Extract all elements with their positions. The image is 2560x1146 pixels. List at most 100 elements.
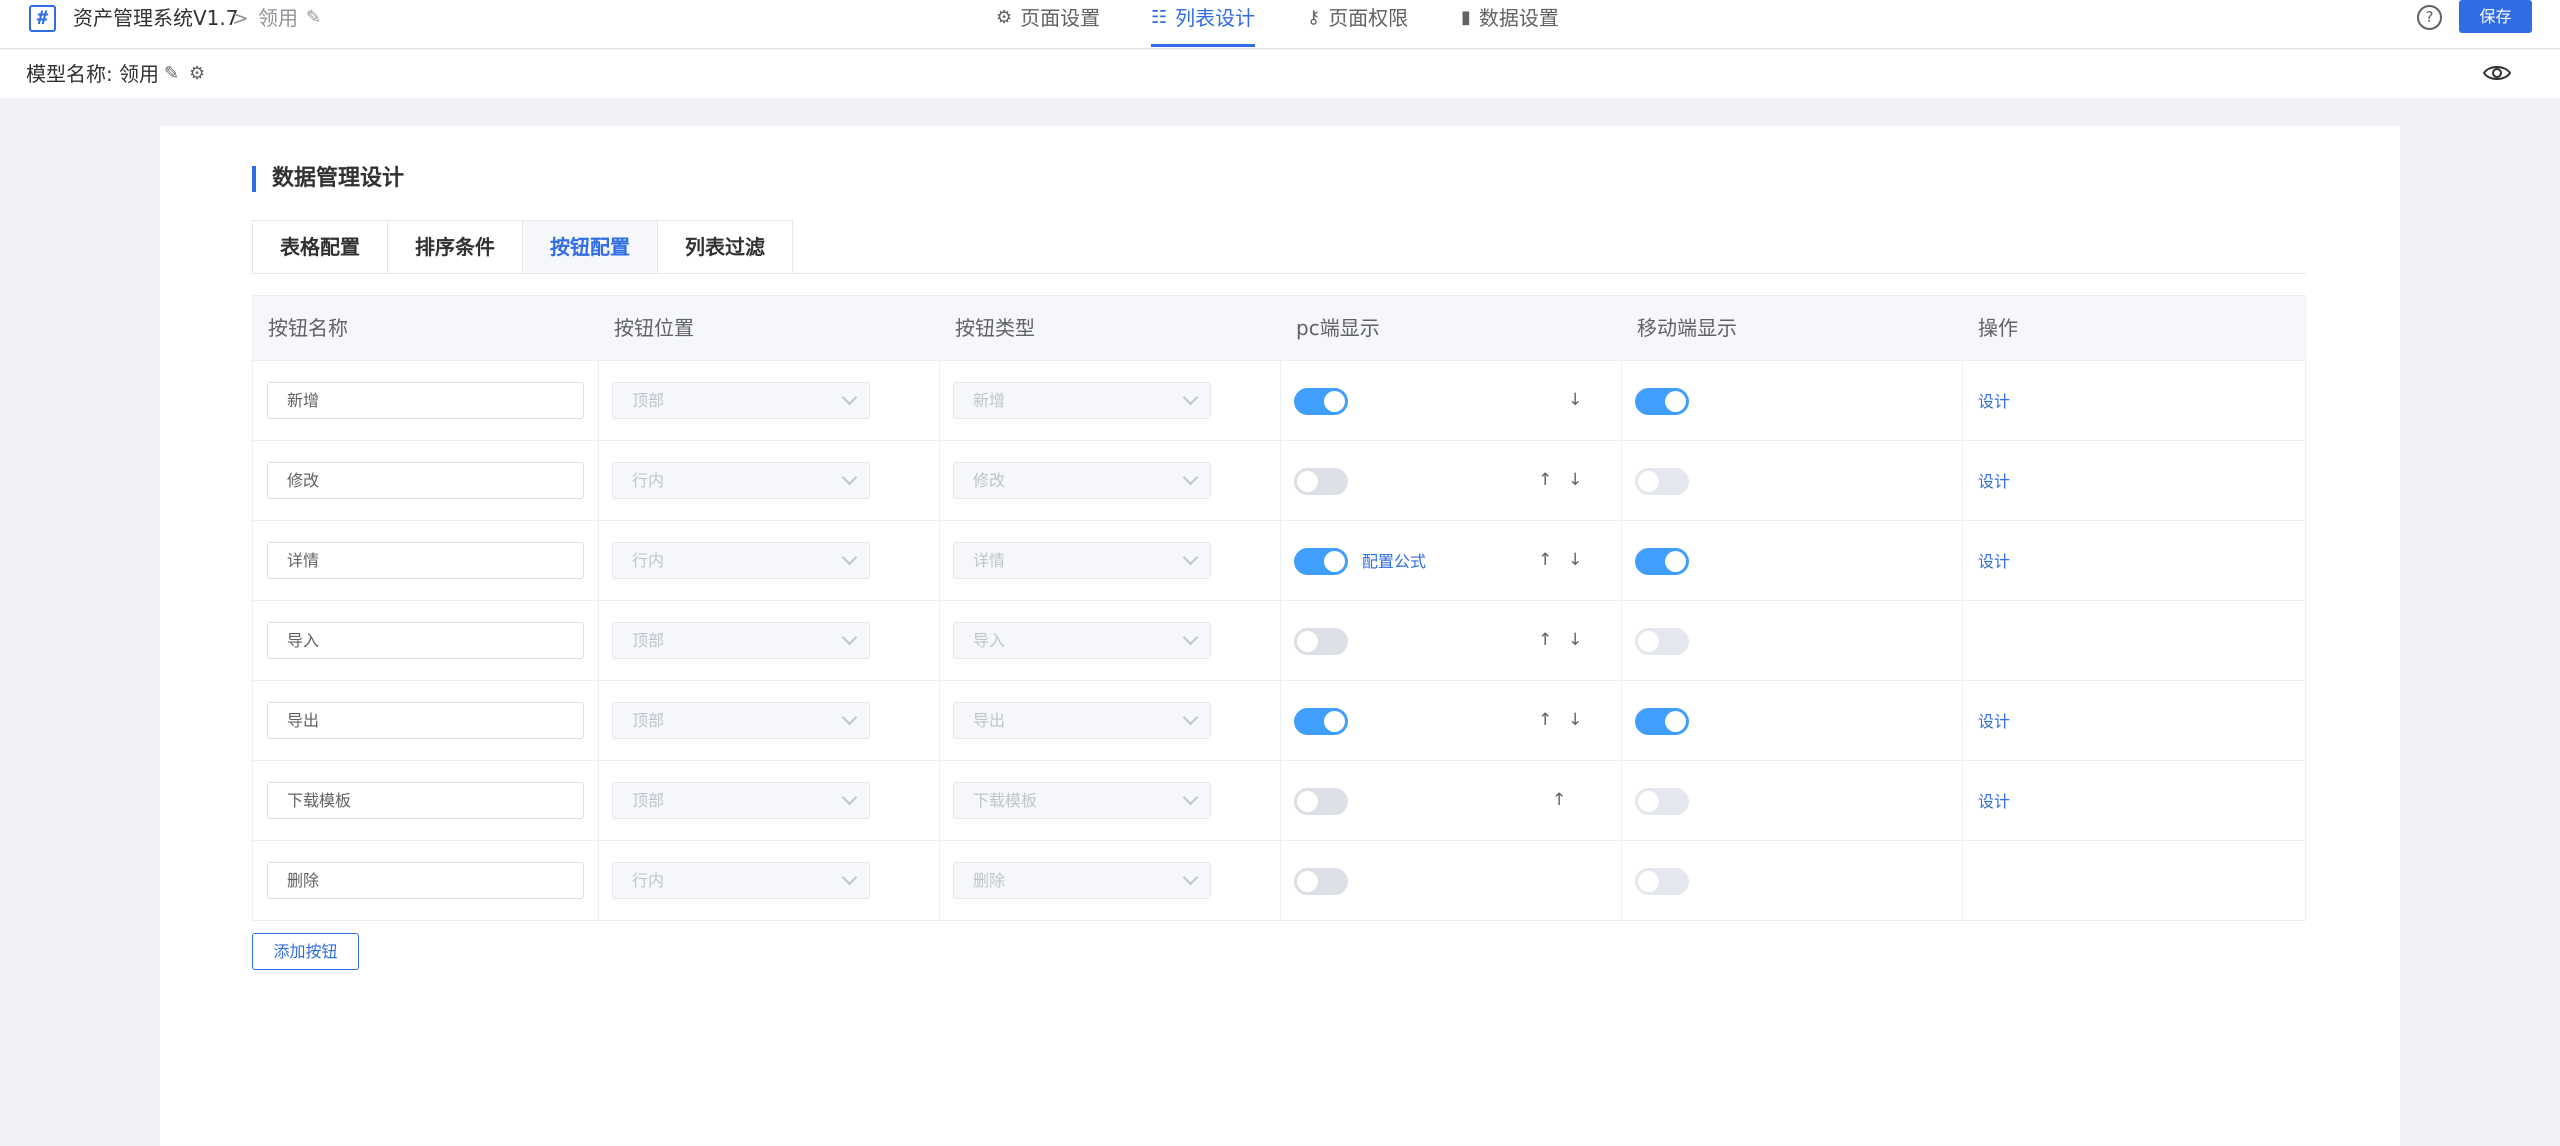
breadcrumb-app-name[interactable]: 资产管理系统V1.7	[73, 4, 239, 32]
mobile-display-toggle[interactable]	[1635, 548, 1689, 575]
mobile-display-toggle[interactable]	[1635, 468, 1689, 495]
pc-display-toggle[interactable]	[1294, 388, 1348, 415]
move-up-icon[interactable]: ↑	[1538, 706, 1552, 734]
mobile-display-toggle[interactable]	[1635, 788, 1689, 815]
button-position-select[interactable]: 顶部	[612, 622, 870, 659]
move-down-icon[interactable]: ↓	[1568, 706, 1582, 734]
mobile-display-toggle[interactable]	[1635, 388, 1689, 415]
cell-button-name: 下载模板	[253, 761, 599, 840]
button-type-select[interactable]: 导入	[953, 622, 1211, 659]
preview-eye-icon[interactable]	[2483, 64, 2511, 82]
tab-data-settings[interactable]: ▮ 数据设置	[1461, 0, 1559, 49]
select-value: 修改	[973, 471, 1006, 490]
button-name-input[interactable]: 详情	[267, 542, 584, 579]
move-down-icon[interactable]: ↓	[1568, 626, 1582, 654]
design-link[interactable]: 设计	[1978, 708, 2010, 735]
tab-page-settings[interactable]: ⚙ 页面设置	[996, 0, 1100, 49]
cell-mobile-display	[1622, 841, 1963, 920]
move-up-icon[interactable]: ↑	[1538, 626, 1552, 654]
settings-icon: ⚙	[996, 7, 1013, 28]
save-button[interactable]: 保存	[2459, 0, 2532, 33]
cell-button-type: 下载模板	[940, 761, 1281, 840]
model-bar: 模型名称: 领用 ✎ ⚙	[0, 50, 2560, 98]
tab-label: 页面权限	[1328, 6, 1409, 30]
help-icon[interactable]: ?	[2417, 5, 2442, 30]
button-name-input[interactable]: 下载模板	[267, 782, 584, 819]
cell-pc-display: ↑ ↓	[1281, 601, 1622, 680]
cell-button-type: 删除	[940, 841, 1281, 920]
cell-button-name: 修改	[253, 441, 599, 520]
pc-display-toggle[interactable]	[1294, 468, 1348, 495]
pc-display-toggle[interactable]	[1294, 708, 1348, 735]
edit-name-icon[interactable]: ✎	[306, 4, 321, 32]
move-down-icon[interactable]: ↓	[1568, 386, 1582, 414]
button-type-select[interactable]: 导出	[953, 702, 1211, 739]
tab-page-permissions[interactable]: ⚷ 页面权限	[1307, 0, 1408, 49]
chevron-down-icon	[1182, 869, 1199, 886]
button-name-input[interactable]: 新增	[267, 382, 584, 419]
tab-label: 列表设计	[1175, 6, 1256, 30]
button-type-select[interactable]: 修改	[953, 462, 1211, 499]
button-name-input[interactable]: 导出	[267, 702, 584, 739]
mobile-display-toggle[interactable]	[1635, 628, 1689, 655]
list-icon: ☷	[1151, 7, 1168, 28]
top-bar: # 资产管理系统V1.7 > 领用 ✎ ⚙ 页面设置 ☷ 列表设计 ⚷ 页面权限…	[0, 0, 2560, 49]
pc-display-toggle[interactable]	[1294, 868, 1348, 895]
table-row: 修改 行内 修改 ↑ ↓ 设计	[253, 440, 2305, 520]
chevron-down-icon	[841, 549, 858, 566]
cell-button-position: 顶部	[599, 761, 940, 840]
button-type-select[interactable]: 删除	[953, 862, 1211, 899]
add-button-button[interactable]: 添加按钮	[252, 933, 359, 970]
header-mobile-display: 移动端显示	[1637, 316, 1737, 340]
button-position-select[interactable]: 顶部	[612, 782, 870, 819]
button-position-select[interactable]: 顶部	[612, 382, 870, 419]
chevron-down-icon	[1182, 709, 1199, 726]
move-down-icon[interactable]: ↓	[1568, 466, 1582, 494]
mobile-display-toggle[interactable]	[1635, 708, 1689, 735]
move-up-icon[interactable]: ↑	[1538, 466, 1552, 494]
chevron-down-icon	[1182, 389, 1199, 406]
cell-button-position: 顶部	[599, 361, 940, 440]
chevron-down-icon	[1182, 629, 1199, 646]
design-link[interactable]: 设计	[1978, 388, 2010, 415]
button-position-select[interactable]: 行内	[612, 862, 870, 899]
move-up-icon[interactable]: ↑	[1552, 786, 1566, 814]
subtab-table-config[interactable]: 表格配置	[253, 221, 388, 274]
button-type-select[interactable]: 新增	[953, 382, 1211, 419]
cell-pc-display: ↑	[1281, 761, 1622, 840]
subtab-list-filter[interactable]: 列表过滤	[658, 221, 792, 274]
button-position-select[interactable]: 行内	[612, 542, 870, 579]
design-link[interactable]: 设计	[1978, 548, 2010, 575]
button-name-input[interactable]: 删除	[267, 862, 584, 899]
button-position-select[interactable]: 顶部	[612, 702, 870, 739]
pc-display-toggle[interactable]	[1294, 628, 1348, 655]
table-row: 详情 行内 详情 配置公式 ↑ ↓ 设计	[253, 520, 2305, 600]
model-settings-icon[interactable]: ⚙	[189, 60, 205, 88]
pc-display-toggle[interactable]	[1294, 788, 1348, 815]
design-link[interactable]: 设计	[1978, 468, 2010, 495]
subtab-button-config[interactable]: 按钮配置	[523, 221, 658, 274]
subtab-sort-conditions[interactable]: 排序条件	[388, 221, 523, 274]
mobile-display-toggle[interactable]	[1635, 868, 1689, 895]
cell-pc-display: ↑ ↓	[1281, 441, 1622, 520]
move-up-icon[interactable]: ↑	[1538, 546, 1552, 574]
breadcrumb-separator-icon: >	[232, 6, 249, 30]
cell-button-name: 导入	[253, 601, 599, 680]
edit-model-icon[interactable]: ✎	[164, 60, 179, 88]
select-value: 下载模板	[973, 791, 1038, 810]
button-name-input[interactable]: 导入	[267, 622, 584, 659]
configure-formula-link[interactable]: 配置公式	[1362, 548, 1426, 575]
move-down-icon[interactable]: ↓	[1568, 546, 1582, 574]
button-position-select[interactable]: 行内	[612, 462, 870, 499]
cell-button-name: 详情	[253, 521, 599, 600]
button-type-select[interactable]: 详情	[953, 542, 1211, 579]
chevron-down-icon	[1182, 549, 1199, 566]
button-type-select[interactable]: 下载模板	[953, 782, 1211, 819]
header-actions: 操作	[1978, 316, 2018, 340]
tab-list-design[interactable]: ☷ 列表设计	[1151, 0, 1256, 49]
design-link[interactable]: 设计	[1978, 788, 2010, 815]
cell-button-name: 删除	[253, 841, 599, 920]
button-name-input[interactable]: 修改	[267, 462, 584, 499]
header-button-type: 按钮类型	[955, 316, 1035, 340]
pc-display-toggle[interactable]	[1294, 548, 1348, 575]
